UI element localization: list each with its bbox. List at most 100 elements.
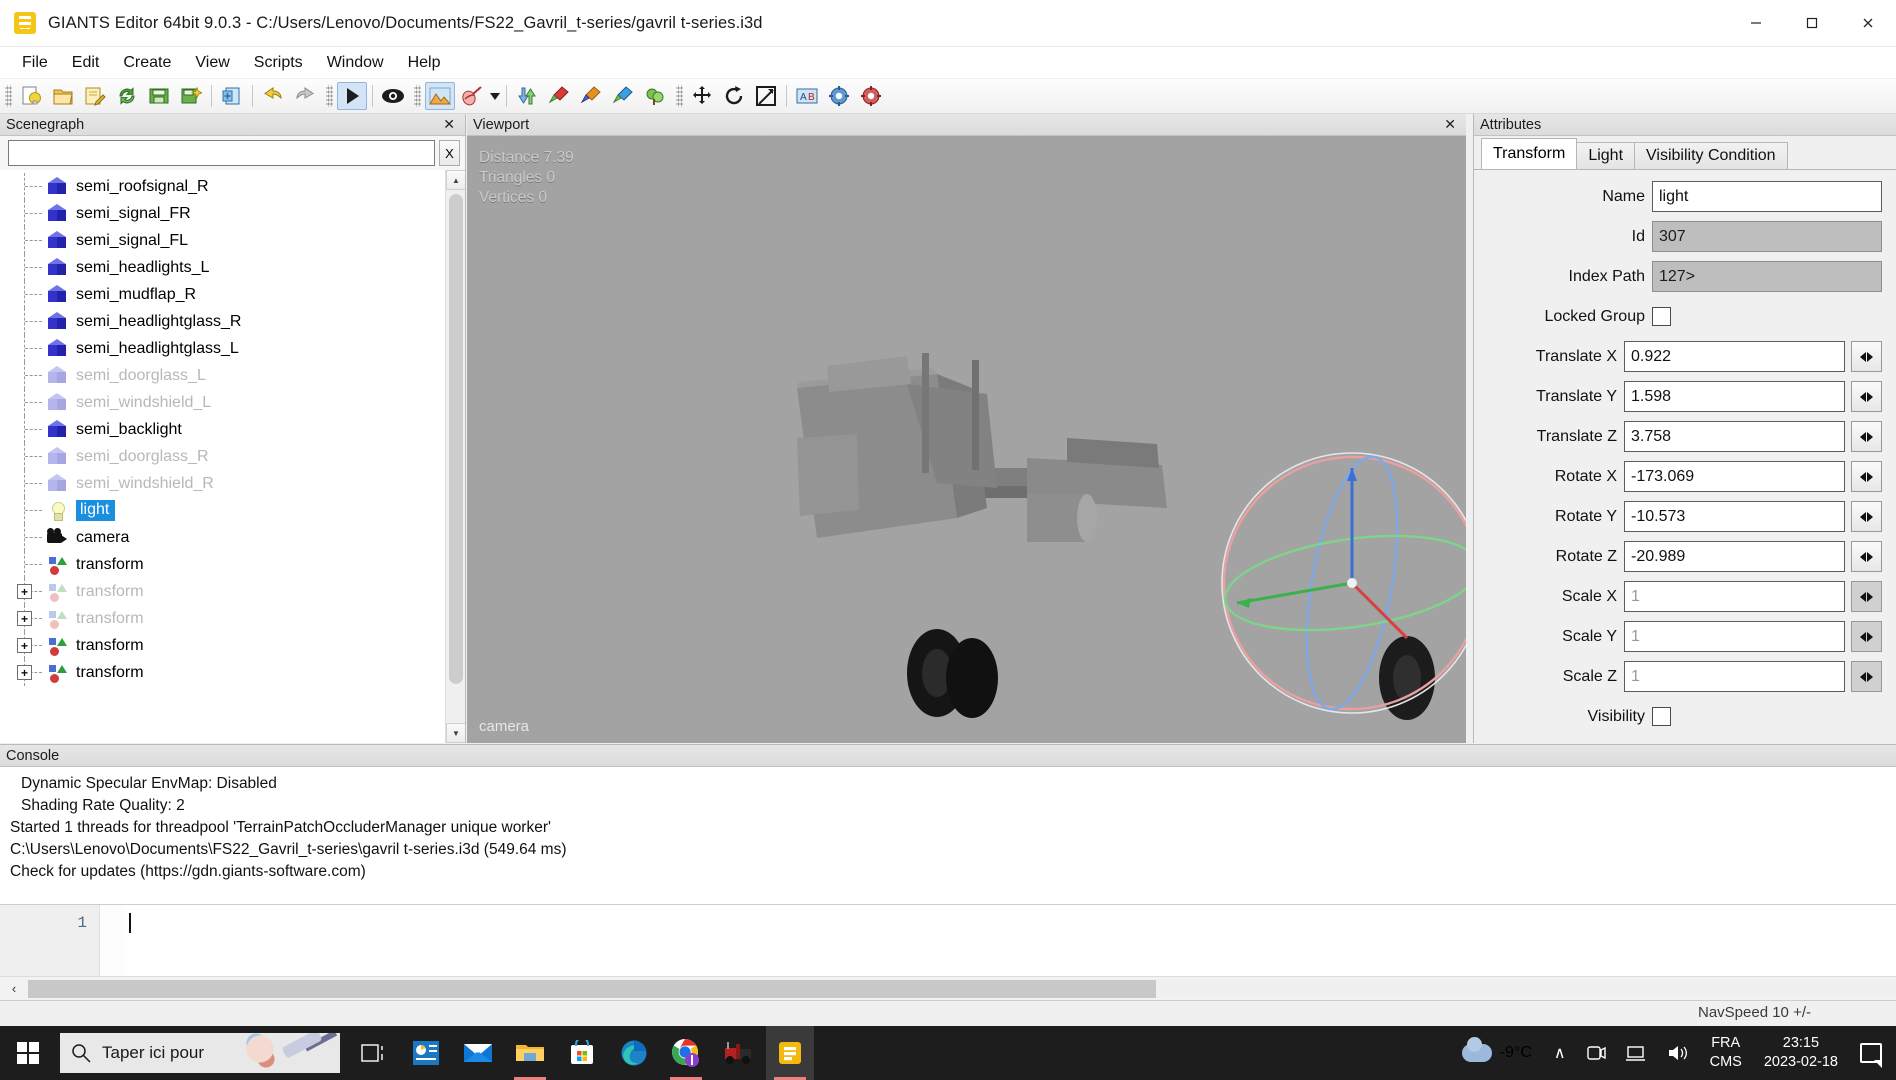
scenegraph-close-icon[interactable]: ✕	[439, 116, 459, 133]
edge-browser-icon[interactable]	[610, 1026, 658, 1080]
redo-icon[interactable]	[290, 82, 320, 110]
attribute-stepper-rotate-x[interactable]	[1851, 461, 1882, 492]
close-button[interactable]	[1840, 0, 1896, 47]
scenegraph-clear-button[interactable]: X	[439, 140, 460, 166]
scenegraph-node-semi-headlightglass-l[interactable]: semi_headlightglass_L	[0, 335, 465, 362]
network-icon[interactable]	[1616, 1026, 1656, 1080]
attribute-stepper-scale-y[interactable]	[1851, 621, 1882, 652]
expand-node-button[interactable]: +	[17, 665, 32, 680]
open-icon[interactable]	[48, 82, 78, 110]
import-icon[interactable]	[217, 82, 247, 110]
expand-node-button[interactable]: +	[17, 611, 32, 626]
terrain-red-brush-icon[interactable]	[544, 82, 574, 110]
scenegraph-node-transform[interactable]: +transform	[0, 659, 465, 686]
terrain-icon[interactable]	[425, 82, 455, 110]
scenegraph-node-light[interactable]: light	[0, 497, 465, 524]
hscroll-thumb[interactable]	[28, 980, 1156, 998]
toolbar-grip[interactable]	[326, 85, 333, 107]
scenegraph-node-semi-doorglass-l[interactable]: semi_doorglass_L	[0, 362, 465, 389]
expand-node-button[interactable]: +	[17, 638, 32, 653]
scenegraph-scroll-down-button[interactable]: ▼	[446, 723, 465, 743]
tab-visibility-condition[interactable]: Visibility Condition	[1634, 142, 1788, 169]
foliage-icon[interactable]	[640, 82, 670, 110]
scenegraph-node-semi-windshield-r[interactable]: semi_windshield_R	[0, 470, 465, 497]
scenegraph-node-semi-headlights-l[interactable]: semi_headlights_L	[0, 254, 465, 281]
attribute-input-scale-x[interactable]	[1624, 581, 1845, 612]
camera-tray-icon[interactable]	[1576, 1026, 1614, 1080]
preview-eye-icon[interactable]	[378, 82, 408, 110]
script-code-area[interactable]	[125, 905, 1896, 976]
save-icon[interactable]	[144, 82, 174, 110]
scenegraph-search-input[interactable]	[8, 140, 435, 166]
scenegraph-node-semi-windshield-l[interactable]: semi_windshield_L	[0, 389, 465, 416]
settings-red-icon[interactable]	[856, 82, 886, 110]
attribute-stepper-scale-x[interactable]	[1851, 581, 1882, 612]
toolbar-grip[interactable]	[5, 85, 12, 107]
scenegraph-node-transform[interactable]: transform	[0, 551, 465, 578]
attribute-input-name[interactable]	[1652, 181, 1882, 212]
menu-window[interactable]: Window	[315, 51, 396, 75]
microsoft-store-icon[interactable]	[558, 1026, 606, 1080]
translate-icon[interactable]	[687, 82, 717, 110]
taskbar-search-box[interactable]: Taper ici pour	[60, 1033, 340, 1073]
expand-node-button[interactable]: +	[17, 584, 32, 599]
menu-edit[interactable]: Edit	[60, 51, 112, 75]
hscroll-track[interactable]	[28, 980, 1896, 998]
scenegraph-node-semi-signal-fr[interactable]: semi_signal_FR	[0, 200, 465, 227]
minimize-button[interactable]	[1728, 0, 1784, 47]
attribute-stepper-translate-z[interactable]	[1851, 421, 1882, 452]
console-output[interactable]: Dynamic Specular EnvMap: DisabledShading…	[0, 767, 1896, 889]
attribute-input-rotate-z[interactable]	[1624, 541, 1845, 572]
script-editor[interactable]: 1	[0, 904, 1896, 976]
menu-help[interactable]: Help	[396, 51, 453, 75]
rotate-icon[interactable]	[719, 82, 749, 110]
giants-editor-icon[interactable]	[766, 1026, 814, 1080]
scenegraph-node-semi-backlight[interactable]: semi_backlight	[0, 416, 465, 443]
attribute-input-scale-y[interactable]	[1624, 621, 1845, 652]
scenegraph-node-semi-mudflap-r[interactable]: semi_mudflap_R	[0, 281, 465, 308]
edit-icon[interactable]	[80, 82, 110, 110]
language-indicator[interactable]: FRA CMS	[1700, 1034, 1752, 1071]
task-view-icon[interactable]	[350, 1026, 398, 1080]
terrain-sculpt-icon[interactable]	[512, 82, 542, 110]
attribute-input-id[interactable]	[1652, 221, 1882, 252]
attribute-input-translate-y[interactable]	[1624, 381, 1845, 412]
attribute-input-rotate-y[interactable]	[1624, 501, 1845, 532]
notification-center-icon[interactable]	[1860, 1043, 1882, 1063]
scenegraph-scroll-thumb[interactable]	[449, 194, 463, 684]
scale-icon[interactable]	[751, 82, 781, 110]
scenegraph-node-semi-headlightglass-r[interactable]: semi_headlightglass_R	[0, 308, 465, 335]
volume-icon[interactable]	[1658, 1026, 1698, 1080]
save-as-icon[interactable]	[176, 82, 206, 110]
attribute-input-scale-z[interactable]	[1624, 661, 1845, 692]
scenegraph-node-semi-roofsignal-r[interactable]: semi_roofsignal_R	[0, 173, 465, 200]
menu-view[interactable]: View	[183, 51, 241, 75]
maximize-button[interactable]	[1784, 0, 1840, 47]
attribute-input-index-path[interactable]	[1652, 261, 1882, 292]
widgets-icon[interactable]	[402, 1026, 450, 1080]
terrain-blue-brush-icon[interactable]	[608, 82, 638, 110]
attribute-stepper-scale-z[interactable]	[1851, 661, 1882, 692]
chevron-down-icon[interactable]	[488, 82, 502, 110]
viewport-3d-canvas[interactable]: Distance 7.39 Triangles 0 Vertices 0	[467, 136, 1466, 743]
attribute-input-translate-x[interactable]	[1624, 341, 1845, 372]
toolbar-grip[interactable]	[676, 85, 683, 107]
scroll-left-icon[interactable]: ‹	[0, 981, 28, 996]
chrome-browser-icon[interactable]	[662, 1026, 710, 1080]
tab-light[interactable]: Light	[1576, 142, 1635, 169]
attribute-stepper-rotate-z[interactable]	[1851, 541, 1882, 572]
menu-scripts[interactable]: Scripts	[242, 51, 315, 75]
toolbar-grip[interactable]	[414, 85, 421, 107]
truck-game-icon[interactable]	[714, 1026, 762, 1080]
attribute-input-rotate-x[interactable]	[1624, 461, 1845, 492]
attribute-stepper-rotate-y[interactable]	[1851, 501, 1882, 532]
viewport-close-icon[interactable]: ✕	[1440, 116, 1460, 133]
menu-file[interactable]: File	[10, 51, 60, 75]
menu-create[interactable]: Create	[111, 51, 183, 75]
show-hidden-icons-chevron-icon[interactable]: ∧	[1546, 1026, 1574, 1080]
paint-icon[interactable]	[457, 82, 487, 110]
attribute-stepper-translate-y[interactable]	[1851, 381, 1882, 412]
material-editor-icon[interactable]: A B	[792, 82, 822, 110]
undo-icon[interactable]	[258, 82, 288, 110]
scenegraph-node-camera[interactable]: camera	[0, 524, 465, 551]
